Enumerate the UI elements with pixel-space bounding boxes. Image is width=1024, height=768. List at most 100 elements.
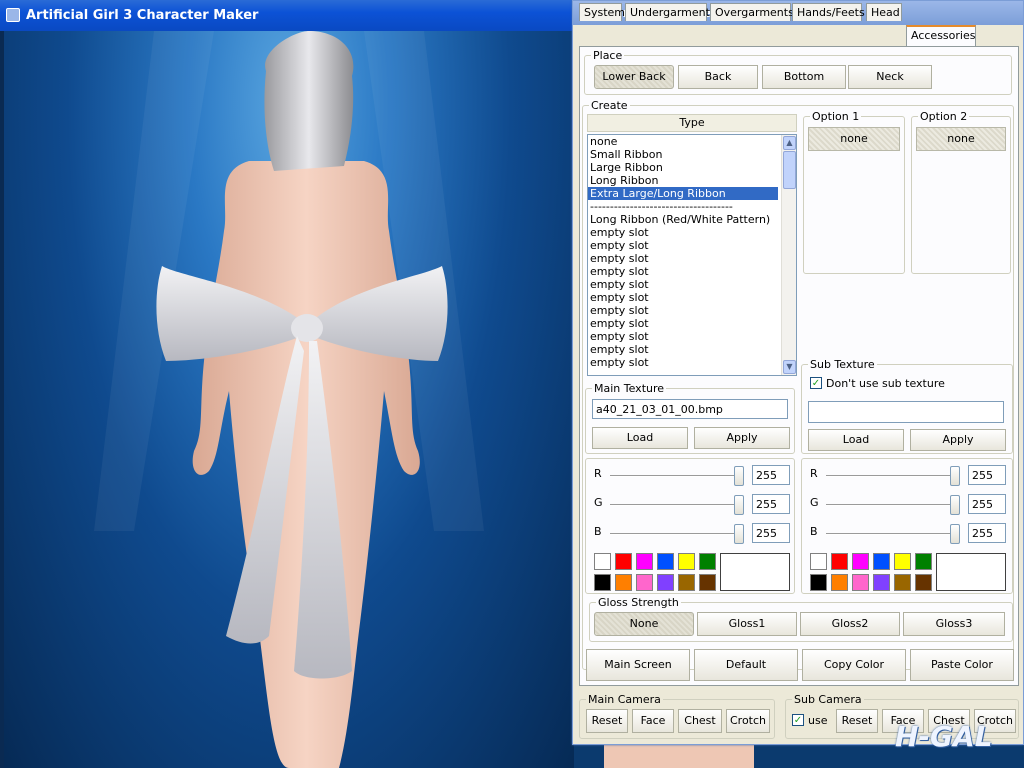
swatch-yellow[interactable] — [678, 553, 695, 570]
swatch-red[interactable] — [615, 553, 632, 570]
sub-r-value[interactable]: 255 — [968, 465, 1006, 485]
list-item[interactable]: empty slot — [588, 330, 796, 343]
scroll-down-arrow-icon[interactable]: ▼ — [783, 360, 796, 374]
list-item[interactable]: empty slot — [588, 317, 796, 330]
gloss-none-button[interactable]: None — [594, 612, 694, 636]
swatch-white[interactable] — [810, 553, 827, 570]
swatch-brown[interactable] — [699, 574, 716, 591]
tab-hands-feets[interactable]: Hands/Feets — [792, 3, 865, 21]
swatch-orange[interactable] — [831, 574, 848, 591]
list-item[interactable]: empty slot — [588, 356, 796, 369]
list-item[interactable]: Small Ribbon — [588, 148, 796, 161]
swatch-black[interactable] — [594, 574, 611, 591]
place-back-button[interactable]: Back — [678, 65, 758, 89]
default-button[interactable]: Default — [694, 649, 798, 681]
sub-g-slider[interactable] — [826, 504, 956, 506]
list-item-selected[interactable]: Extra Large/Long Ribbon — [588, 187, 778, 200]
swatch-green[interactable] — [699, 553, 716, 570]
list-item[interactable]: Long Ribbon — [588, 174, 796, 187]
main-camera-crotch-button[interactable]: Crotch — [726, 709, 770, 733]
main-texture-load-button[interactable]: Load — [592, 427, 688, 449]
swatch-yellow[interactable] — [894, 553, 911, 570]
swatch-purple[interactable] — [657, 574, 674, 591]
paste-color-button[interactable]: Paste Color — [910, 649, 1014, 681]
type-list-scrollbar[interactable]: ▲ ▼ — [781, 135, 796, 375]
list-item[interactable]: empty slot — [588, 226, 796, 239]
sub-b-slider-handle[interactable] — [950, 524, 960, 544]
swatch-blue[interactable] — [873, 553, 890, 570]
main-r-value[interactable]: 255 — [752, 465, 790, 485]
list-item[interactable]: none — [588, 135, 796, 148]
sub-g-slider-handle[interactable] — [950, 495, 960, 515]
list-item[interactable]: empty slot — [588, 304, 796, 317]
sub-g-value[interactable]: 255 — [968, 494, 1006, 514]
swatch-green[interactable] — [915, 553, 932, 570]
main-camera-reset-button[interactable]: Reset — [586, 709, 628, 733]
main-g-value[interactable]: 255 — [752, 494, 790, 514]
place-neck-button[interactable]: Neck — [848, 65, 932, 89]
main-g-slider[interactable] — [610, 504, 740, 506]
swatch-pink[interactable] — [636, 574, 653, 591]
scroll-up-arrow-icon[interactable]: ▲ — [783, 136, 796, 150]
tab-accessories[interactable]: Accessories — [906, 25, 976, 46]
swatch-red[interactable] — [831, 553, 848, 570]
main-texture-file-field[interactable]: a40_21_03_01_00.bmp — [592, 399, 788, 419]
gloss3-button[interactable]: Gloss3 — [903, 612, 1005, 636]
list-item[interactable]: empty slot — [588, 278, 796, 291]
main-b-value[interactable]: 255 — [752, 523, 790, 543]
list-item[interactable]: ------------------------------------ — [588, 200, 796, 213]
swatch-blue[interactable] — [657, 553, 674, 570]
swatch-magenta[interactable] — [636, 553, 653, 570]
list-item[interactable]: empty slot — [588, 343, 796, 356]
swatch-black[interactable] — [810, 574, 827, 591]
main-b-slider[interactable] — [610, 533, 740, 535]
sub-b-slider[interactable] — [826, 533, 956, 535]
sub-texture-apply-button[interactable]: Apply — [910, 429, 1006, 451]
sub-texture-load-button[interactable]: Load — [808, 429, 904, 451]
main-camera-chest-button[interactable]: Chest — [678, 709, 722, 733]
sub-b-value[interactable]: 255 — [968, 523, 1006, 543]
swatch-olive[interactable] — [894, 574, 911, 591]
type-header: Type — [587, 114, 797, 132]
tab-overgarments[interactable]: Overgarments — [710, 3, 794, 21]
sub-camera-use-checkbox[interactable]: ✓ — [792, 714, 804, 726]
copy-color-button[interactable]: Copy Color — [802, 649, 906, 681]
gloss2-button[interactable]: Gloss2 — [800, 612, 900, 636]
sub-camera-reset-button[interactable]: Reset — [836, 709, 878, 733]
swatch-white[interactable] — [594, 553, 611, 570]
scroll-thumb[interactable] — [783, 151, 796, 189]
swatch-olive[interactable] — [678, 574, 695, 591]
list-item[interactable]: empty slot — [588, 252, 796, 265]
list-item[interactable]: empty slot — [588, 239, 796, 252]
place-bottom-button[interactable]: Bottom — [762, 65, 846, 89]
swatch-orange[interactable] — [615, 574, 632, 591]
sub-texture-file-field[interactable] — [808, 401, 1004, 423]
main-r-slider-handle[interactable] — [734, 466, 744, 486]
sub-r-slider[interactable] — [826, 475, 956, 477]
sub-r-slider-handle[interactable] — [950, 466, 960, 486]
swatch-pink[interactable] — [852, 574, 869, 591]
main-camera-face-button[interactable]: Face — [632, 709, 674, 733]
list-item[interactable]: Long Ribbon (Red/White Pattern) — [588, 213, 796, 226]
main-r-slider[interactable] — [610, 475, 740, 477]
swatch-magenta[interactable] — [852, 553, 869, 570]
list-item[interactable]: Large Ribbon — [588, 161, 796, 174]
type-list[interactable]: none Small Ribbon Large Ribbon Long Ribb… — [587, 134, 797, 376]
sub-texture-checkbox[interactable]: ✓ — [810, 377, 822, 389]
main-g-slider-handle[interactable] — [734, 495, 744, 515]
option1-value[interactable]: none — [808, 127, 900, 151]
main-texture-apply-button[interactable]: Apply — [694, 427, 790, 449]
list-item[interactable]: empty slot — [588, 291, 796, 304]
swatch-purple[interactable] — [873, 574, 890, 591]
tab-system[interactable]: System — [579, 3, 625, 21]
place-lower-back-button[interactable]: Lower Back — [594, 65, 674, 89]
option2-value[interactable]: none — [916, 127, 1006, 151]
character-viewport[interactable] — [4, 31, 574, 768]
tab-head[interactable]: Head — [866, 3, 902, 21]
main-b-slider-handle[interactable] — [734, 524, 744, 544]
gloss1-button[interactable]: Gloss1 — [697, 612, 797, 636]
tab-undergarments[interactable]: Undergarments — [625, 3, 716, 21]
swatch-brown[interactable] — [915, 574, 932, 591]
main-screen-button[interactable]: Main Screen — [586, 649, 690, 681]
list-item[interactable]: empty slot — [588, 265, 796, 278]
